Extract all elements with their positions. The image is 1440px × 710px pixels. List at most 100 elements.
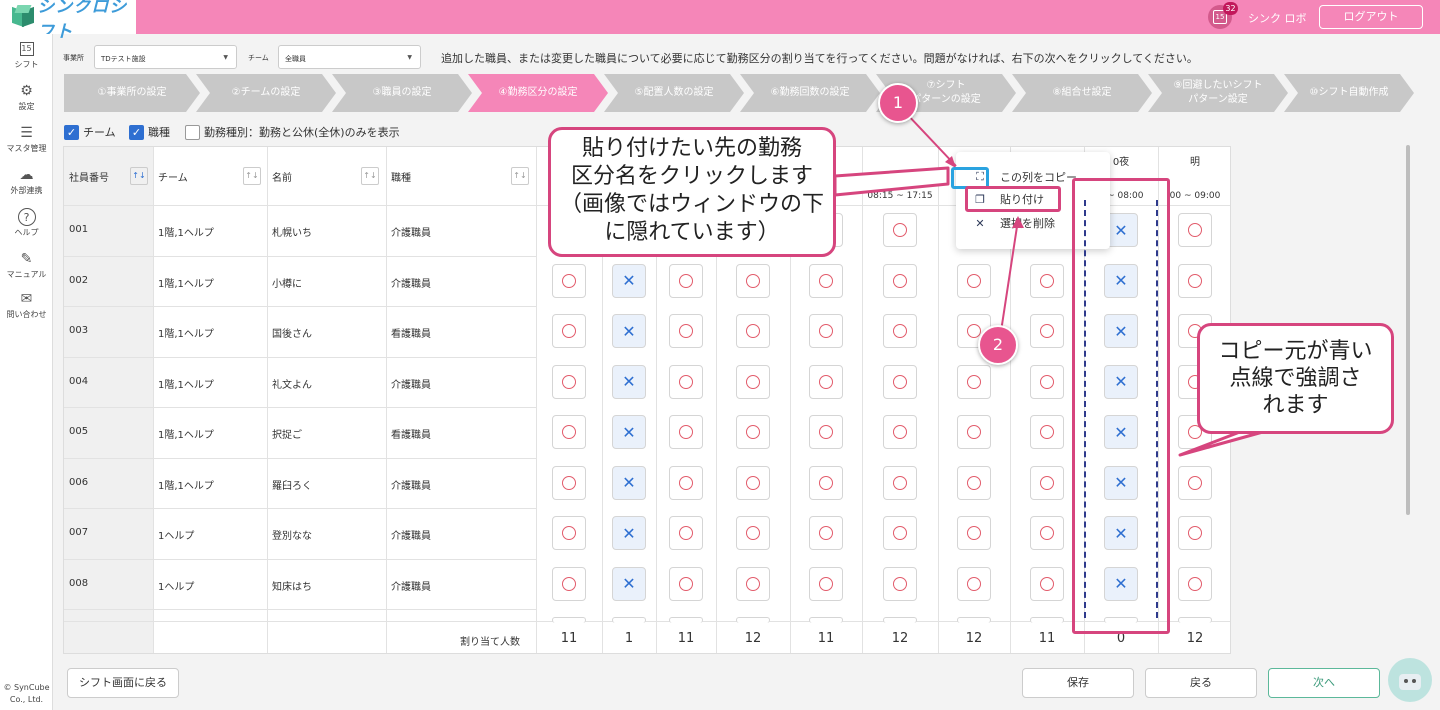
sidebar-item-help[interactable]: ? ヘルプ: [0, 208, 53, 238]
assign-on-toggle[interactable]: [669, 314, 703, 348]
assign-on-toggle[interactable]: [736, 566, 770, 601]
assign-on-toggle[interactable]: [883, 415, 917, 449]
assign-on-toggle[interactable]: [809, 566, 843, 601]
assign-on-toggle[interactable]: [1178, 566, 1212, 601]
assign-on-toggle[interactable]: [1178, 516, 1212, 550]
assign-on-toggle[interactable]: [552, 415, 586, 449]
assign-on-toggle[interactable]: [1178, 617, 1212, 623]
assign-on-toggle[interactable]: [1030, 516, 1064, 550]
back-button[interactable]: 戻る: [1145, 668, 1257, 698]
assign-on-toggle[interactable]: [883, 516, 917, 550]
back-to-shift-button[interactable]: シフト画面に戻る: [67, 668, 179, 698]
assign-off-toggle[interactable]: ✕: [612, 516, 646, 550]
assign-on-toggle[interactable]: [736, 465, 770, 500]
assign-on-toggle[interactable]: [736, 263, 770, 298]
assign-on-toggle[interactable]: [809, 415, 843, 449]
assign-off-toggle[interactable]: ✕: [612, 566, 646, 601]
sidebar-item-manual[interactable]: ✎ マニュアル: [0, 250, 53, 280]
assign-on-toggle[interactable]: [809, 617, 843, 623]
checkbox-job[interactable]: ✓ 職種: [129, 124, 170, 140]
vertical-scrollbar[interactable]: [1406, 145, 1410, 515]
checkbox-team[interactable]: ✓ チーム: [64, 124, 116, 140]
assign-on-toggle[interactable]: [552, 465, 586, 500]
assign-on-toggle[interactable]: [1178, 213, 1212, 247]
assign-on-toggle[interactable]: [809, 465, 843, 500]
assign-on-toggle[interactable]: [669, 465, 703, 500]
sidebar-item-shift[interactable]: 15 シフト: [0, 40, 53, 70]
assign-off-toggle[interactable]: ✕: [612, 263, 646, 298]
step-6[interactable]: ⑥勤務回数の設定: [740, 74, 880, 112]
assign-on-toggle[interactable]: [736, 364, 770, 399]
step-9[interactable]: ⑨回避したいシフト パターン設定: [1148, 74, 1288, 112]
assign-on-toggle[interactable]: [883, 314, 917, 348]
sort-icon[interactable]: ↑↓: [361, 167, 379, 185]
assign-on-toggle[interactable]: [736, 516, 770, 550]
sidebar-item-master[interactable]: ☰ マスタ管理: [0, 124, 53, 154]
step-2[interactable]: ②チームの設定: [196, 74, 336, 112]
sort-icon[interactable]: ↑↓: [511, 167, 529, 185]
assign-on-toggle[interactable]: [669, 263, 703, 298]
assign-off-toggle[interactable]: ✕: [612, 415, 646, 449]
assign-on-toggle[interactable]: [883, 465, 917, 500]
assign-on-toggle[interactable]: [1030, 617, 1064, 623]
assign-on-toggle[interactable]: [883, 566, 917, 601]
assign-on-toggle[interactable]: [883, 263, 917, 298]
assign-on-toggle[interactable]: [809, 364, 843, 399]
assign-on-toggle[interactable]: [1178, 263, 1212, 298]
assign-on-toggle[interactable]: [957, 364, 991, 399]
assign-off-toggle[interactable]: ✕: [612, 314, 646, 348]
assign-on-toggle[interactable]: [669, 415, 703, 449]
assign-on-toggle[interactable]: [552, 314, 586, 348]
assign-on-toggle[interactable]: [552, 263, 586, 298]
logout-button[interactable]: ログアウト: [1319, 5, 1423, 29]
office-select[interactable]: TDテスト施設: [94, 45, 237, 69]
assign-on-toggle[interactable]: [883, 617, 917, 623]
assign-on-toggle[interactable]: [552, 516, 586, 550]
sort-icon[interactable]: ↑↓: [243, 167, 261, 185]
sidebar-item-integration[interactable]: ☁ 外部連携: [0, 166, 53, 196]
shift-column-name[interactable]: 明: [1158, 153, 1230, 168]
assign-off-toggle[interactable]: ✕: [612, 465, 646, 500]
save-button[interactable]: 保存: [1022, 668, 1134, 698]
app-logo[interactable]: シンクロシフト: [0, 0, 136, 42]
assign-on-toggle[interactable]: [669, 364, 703, 399]
assign-on-toggle[interactable]: [957, 465, 991, 500]
assistant-robot-icon[interactable]: [1388, 658, 1432, 702]
checkbox-work-type[interactable]: 勤務種別：勤務と公休(全休)のみを表示: [185, 124, 400, 140]
assign-on-toggle[interactable]: [552, 617, 586, 623]
assign-on-toggle[interactable]: [883, 364, 917, 399]
assign-on-toggle[interactable]: [957, 415, 991, 449]
assign-on-toggle[interactable]: [957, 566, 991, 601]
assign-on-toggle[interactable]: [669, 617, 703, 623]
step-1[interactable]: ①事業所の設定: [64, 74, 200, 112]
assign-on-toggle[interactable]: [736, 314, 770, 348]
assign-on-toggle[interactable]: [1030, 314, 1064, 348]
assign-on-toggle[interactable]: [1030, 263, 1064, 298]
assign-on-toggle[interactable]: [809, 516, 843, 550]
sidebar-item-settings[interactable]: ⚙ 設定: [0, 82, 53, 112]
assign-off-toggle[interactable]: ✕: [612, 364, 646, 399]
sidebar-item-contact[interactable]: ✉ 問い合わせ: [0, 290, 53, 320]
assign-on-toggle[interactable]: [809, 314, 843, 348]
assign-on-toggle[interactable]: [612, 617, 646, 623]
assign-on-toggle[interactable]: [1030, 566, 1064, 601]
step-8[interactable]: ⑧組合せ設定: [1012, 74, 1152, 112]
step-4[interactable]: ④勤務区分の設定: [468, 74, 608, 112]
step-5[interactable]: ⑤配置人数の設定: [604, 74, 744, 112]
team-select[interactable]: 全職員: [278, 45, 421, 69]
assign-on-toggle[interactable]: [736, 415, 770, 449]
sort-icon[interactable]: ↑↓: [130, 167, 148, 185]
assign-on-toggle[interactable]: [809, 263, 843, 298]
user-name[interactable]: シンク ロボ: [1248, 10, 1307, 26]
assign-on-toggle[interactable]: [669, 566, 703, 601]
step-10[interactable]: ⑩シフト自動作成: [1284, 74, 1414, 112]
assign-on-toggle[interactable]: [736, 617, 770, 623]
assign-on-toggle[interactable]: [669, 516, 703, 550]
step-3[interactable]: ③職員の設定: [332, 74, 472, 112]
assign-on-toggle[interactable]: [957, 263, 991, 298]
assign-on-toggle[interactable]: [1030, 364, 1064, 399]
assign-on-toggle[interactable]: [957, 617, 991, 623]
assign-on-toggle[interactable]: [1030, 465, 1064, 500]
assign-on-toggle[interactable]: [1178, 465, 1212, 500]
assign-on-toggle[interactable]: [883, 213, 917, 247]
